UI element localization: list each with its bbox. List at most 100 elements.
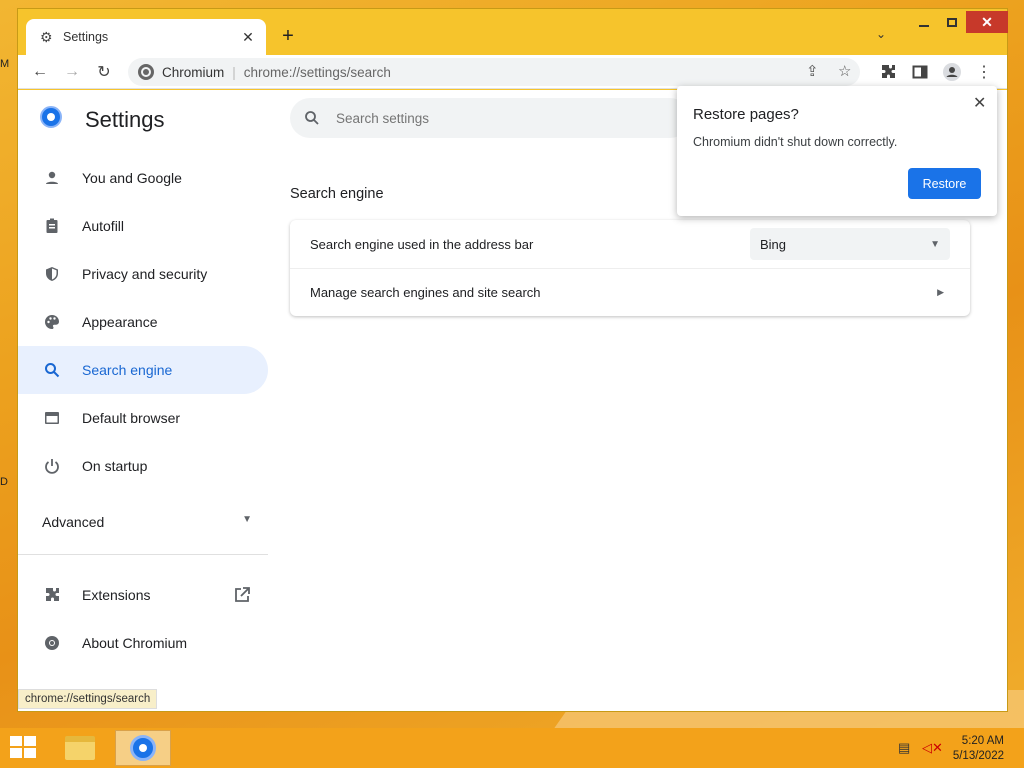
maximize-button[interactable] bbox=[939, 11, 965, 33]
nav-item-label: On startup bbox=[82, 458, 148, 474]
address-bar[interactable]: Chromium | chrome://settings/search ⇪ ☆ bbox=[128, 58, 860, 86]
chevron-down-icon: ▼ bbox=[242, 514, 252, 525]
close-icon: ✕ bbox=[981, 13, 993, 30]
desktop-icon-label[interactable]: M bbox=[0, 58, 9, 70]
windows-logo-pane bbox=[10, 748, 22, 758]
chromium-logo-icon bbox=[40, 106, 62, 128]
nav-item-label: About Chromium bbox=[82, 635, 188, 651]
nav-item-about[interactable]: About Chromium bbox=[18, 619, 268, 667]
profile-icon[interactable] bbox=[942, 62, 962, 82]
nav-item-appearance[interactable]: Appearance bbox=[18, 298, 268, 346]
windows-logo-pane bbox=[24, 748, 36, 758]
advanced-toggle[interactable]: Advanced ▼ bbox=[42, 514, 252, 530]
chromium-icon bbox=[42, 633, 62, 653]
dialog-title: Restore pages? bbox=[693, 106, 799, 123]
back-button[interactable]: ← bbox=[30, 62, 50, 82]
restore-button[interactable]: Restore bbox=[908, 168, 981, 199]
separator: | bbox=[232, 64, 236, 80]
nav-item-default-browser[interactable]: Default browser bbox=[18, 394, 268, 442]
taskbar: ▤ ◁✕ 5:20 AM 5/13/2022 bbox=[0, 728, 1024, 768]
search-engine-card: Search engine used in the address bar Bi… bbox=[290, 220, 970, 316]
tab-settings[interactable]: ⚙ Settings ✕ bbox=[26, 19, 266, 55]
volume-muted-icon[interactable]: ◁✕ bbox=[922, 740, 943, 756]
clock-date: 5/13/2022 bbox=[952, 750, 1004, 762]
nav-item-label: Appearance bbox=[82, 314, 158, 330]
nav-item-label: Default browser bbox=[82, 410, 181, 426]
browser-icon bbox=[42, 408, 62, 428]
nav-item-on-startup[interactable]: On startup bbox=[18, 442, 268, 490]
close-icon[interactable]: ✕ bbox=[973, 93, 986, 113]
extensions-icon[interactable] bbox=[878, 62, 898, 82]
row-label: Search engine used in the address bar bbox=[310, 236, 534, 252]
nav-divider bbox=[18, 554, 268, 555]
reload-button[interactable]: ↻ bbox=[94, 62, 114, 82]
chromium-icon bbox=[130, 735, 156, 761]
nav-item-privacy[interactable]: Privacy and security bbox=[18, 250, 268, 298]
nav-item-label: Search engine bbox=[82, 362, 173, 378]
section-title: Search engine bbox=[290, 186, 384, 202]
start-button[interactable] bbox=[10, 736, 38, 760]
settings-nav-bottom: Extensions About Chromium bbox=[18, 571, 268, 667]
search-icon bbox=[42, 360, 62, 380]
site-name: Chromium bbox=[162, 64, 225, 80]
menu-button[interactable]: ⋮ bbox=[974, 62, 994, 82]
clock[interactable]: 5:20 AM 5/13/2022 bbox=[948, 734, 1004, 764]
open-in-new-icon bbox=[234, 587, 250, 607]
clock-time: 5:20 AM bbox=[961, 735, 1004, 747]
palette-icon bbox=[42, 312, 62, 332]
nav-item-label: Privacy and security bbox=[82, 266, 208, 282]
chromium-icon bbox=[138, 64, 154, 80]
search-engine-select[interactable]: Bing ▼ bbox=[750, 228, 950, 260]
chevron-down-icon: ▼ bbox=[930, 238, 940, 250]
sidepanel-icon[interactable] bbox=[910, 62, 930, 82]
puzzle-icon bbox=[42, 585, 62, 605]
close-tab-icon[interactable]: ✕ bbox=[240, 29, 256, 46]
nav-item-search-engine[interactable]: Search engine bbox=[18, 346, 268, 394]
new-tab-button[interactable]: + bbox=[276, 25, 300, 49]
minimize-icon bbox=[919, 25, 929, 27]
search-input[interactable] bbox=[336, 110, 636, 126]
nav-item-label: You and Google bbox=[82, 170, 182, 186]
browser-toolbar: ← → ↻ Chromium | chrome://settings/searc… bbox=[18, 55, 1007, 89]
minimize-button[interactable] bbox=[911, 11, 937, 33]
row-label: Manage search engines and site search bbox=[310, 285, 541, 300]
advanced-label: Advanced bbox=[42, 514, 105, 530]
power-icon bbox=[42, 456, 62, 476]
gear-icon: ⚙ bbox=[40, 29, 53, 45]
status-bubble: chrome://settings/search bbox=[18, 689, 158, 709]
url-text: chrome://settings/search bbox=[243, 64, 391, 80]
windows-logo-pane bbox=[10, 736, 22, 746]
chromium-taskbar-button[interactable] bbox=[115, 730, 171, 766]
bookmark-star-icon[interactable]: ☆ bbox=[838, 62, 851, 80]
folder-icon bbox=[65, 736, 95, 760]
nav-item-label: Autofill bbox=[82, 218, 125, 234]
nav-item-extensions[interactable]: Extensions bbox=[18, 571, 268, 619]
manage-search-engines-row[interactable]: Manage search engines and site search ▶ bbox=[290, 268, 970, 316]
tab-search-button[interactable]: ⌄ bbox=[876, 27, 886, 41]
file-explorer-taskbar-button[interactable] bbox=[52, 730, 108, 766]
page-title: Settings bbox=[85, 107, 165, 132]
chevron-right-icon: ▶ bbox=[937, 287, 944, 297]
nav-item-label: Extensions bbox=[82, 587, 151, 603]
desktop-icon-label[interactable]: D bbox=[0, 476, 8, 488]
clipboard-icon bbox=[42, 216, 62, 236]
share-icon[interactable]: ⇪ bbox=[806, 62, 819, 80]
settings-nav: You and Google Autofill Privacy and secu… bbox=[18, 154, 268, 490]
nav-item-autofill[interactable]: Autofill bbox=[18, 202, 268, 250]
restore-pages-dialog: Restore pages? Chromium didn't shut down… bbox=[677, 86, 997, 216]
windows-logo-pane bbox=[24, 736, 36, 746]
dialog-message: Chromium didn't shut down correctly. bbox=[693, 135, 898, 149]
search-settings-box[interactable] bbox=[290, 98, 690, 138]
tab-strip: ⚙ Settings ✕ + ⌄ ✕ bbox=[18, 9, 1008, 55]
address-bar-engine-row: Search engine used in the address bar Bi… bbox=[290, 220, 970, 268]
person-icon bbox=[42, 168, 62, 188]
forward-button[interactable]: → bbox=[62, 62, 82, 82]
search-icon bbox=[304, 110, 320, 126]
tab-title: Settings bbox=[63, 30, 109, 44]
maximize-icon bbox=[947, 17, 957, 27]
network-icon[interactable]: ▤ bbox=[898, 740, 910, 756]
close-window-button[interactable]: ✕ bbox=[966, 11, 1008, 33]
shield-icon bbox=[42, 264, 62, 284]
nav-item-you-and-google[interactable]: You and Google bbox=[18, 154, 268, 202]
select-value: Bing bbox=[760, 236, 787, 252]
